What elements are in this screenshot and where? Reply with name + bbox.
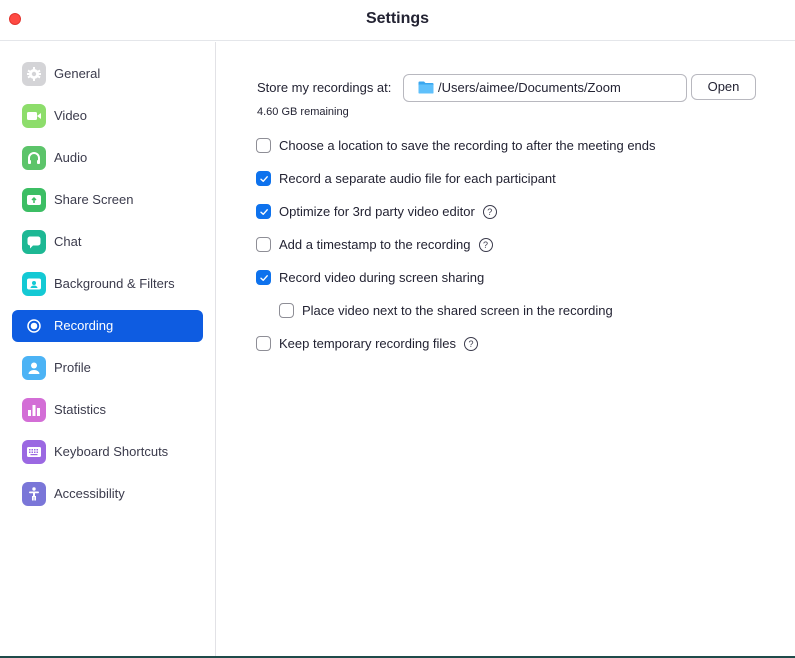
chat-bubble-icon	[22, 230, 46, 254]
checkbox[interactable]	[279, 303, 294, 318]
checkbox[interactable]	[256, 237, 271, 252]
help-icon[interactable]: ?	[482, 204, 497, 219]
background-person-icon	[22, 272, 46, 296]
bar-chart-icon	[22, 398, 46, 422]
option-label: Record a separate audio file for each pa…	[279, 171, 556, 186]
sidebar-item-keyboard-shortcuts[interactable]: Keyboard Shortcuts	[12, 436, 203, 468]
share-screen-icon	[22, 188, 46, 212]
recording-settings-panel: Store my recordings at: /Users/aimee/Doc…	[217, 42, 795, 656]
option-timestamp[interactable]: Add a timestamp to the recording ?	[256, 237, 493, 252]
checkbox[interactable]	[256, 336, 271, 351]
sidebar-item-chat[interactable]: Chat	[12, 226, 203, 258]
record-icon	[22, 314, 46, 338]
checkmark-icon	[259, 175, 268, 182]
sidebar-item-audio[interactable]: Audio	[12, 142, 203, 174]
sidebar-item-label: Background & Filters	[54, 276, 175, 291]
sidebar-item-label: Share Screen	[54, 192, 134, 207]
sidebar-item-profile[interactable]: Profile	[12, 352, 203, 384]
checkbox[interactable]	[256, 138, 271, 153]
open-folder-button[interactable]: Open	[691, 74, 756, 100]
sidebar-item-accessibility[interactable]: Accessibility	[12, 478, 203, 510]
option-label: Keep temporary recording files	[279, 336, 457, 351]
sidebar-item-general[interactable]: General	[12, 58, 203, 90]
checkmark-icon	[259, 208, 268, 215]
sidebar-item-label: Statistics	[54, 402, 107, 417]
profile-icon	[22, 356, 46, 380]
sidebar-item-video[interactable]: Video	[12, 100, 203, 132]
sidebar-item-label: Accessibility	[54, 486, 125, 501]
accessibility-icon	[22, 482, 46, 506]
checkbox-checked[interactable]	[256, 270, 271, 285]
help-icon[interactable]: ?	[478, 237, 493, 252]
option-choose-location[interactable]: Choose a location to save the recording …	[256, 138, 656, 153]
keyboard-icon	[22, 440, 46, 464]
sidebar-item-statistics[interactable]: Statistics	[12, 394, 203, 426]
video-camera-icon	[22, 104, 46, 128]
folder-icon	[418, 81, 434, 94]
sidebar-item-label: Chat	[54, 234, 82, 249]
recording-path-value: /Users/aimee/Documents/Zoom	[438, 80, 621, 95]
checkbox-checked[interactable]	[256, 171, 271, 186]
settings-sidebar: General Video Audio Share Screen Chat Ba…	[0, 42, 216, 656]
help-icon[interactable]: ?	[464, 336, 479, 351]
storage-remaining-text: 4.60 GB remaining	[257, 106, 349, 118]
sidebar-item-label: Keyboard Shortcuts	[54, 444, 169, 459]
headphones-icon	[22, 146, 46, 170]
sidebar-item-recording[interactable]: Recording	[12, 310, 203, 342]
checkmark-icon	[259, 274, 268, 281]
option-label: Optimize for 3rd party video editor	[279, 204, 475, 219]
sidebar-item-label: Audio	[54, 150, 88, 165]
sidebar-item-label: Profile	[54, 360, 91, 375]
sidebar-item-share-screen[interactable]: Share Screen	[12, 184, 203, 216]
recording-path-field[interactable]: /Users/aimee/Documents/Zoom	[403, 74, 687, 102]
sidebar-item-label: Recording	[54, 318, 114, 333]
option-label: Add a timestamp to the recording	[279, 237, 471, 252]
sidebar-item-label: General	[54, 66, 101, 81]
option-separate-audio[interactable]: Record a separate audio file for each pa…	[256, 171, 556, 186]
store-location-label: Store my recordings at:	[257, 80, 392, 95]
option-label: Place video next to the shared screen in…	[302, 303, 613, 318]
title-bar: Settings	[0, 0, 795, 41]
option-record-video-screen-share[interactable]: Record video during screen sharing	[256, 270, 484, 285]
option-optimize-3rd-party[interactable]: Optimize for 3rd party video editor ?	[256, 204, 497, 219]
option-place-video-next-to-screen[interactable]: Place video next to the shared screen in…	[279, 303, 613, 318]
option-label: Choose a location to save the recording …	[279, 138, 656, 153]
window-title: Settings	[365, 10, 430, 27]
gear-icon	[22, 62, 46, 86]
option-keep-temp-files[interactable]: Keep temporary recording files ?	[256, 336, 479, 351]
option-label: Record video during screen sharing	[279, 270, 485, 285]
sidebar-item-background-filters[interactable]: Background & Filters	[12, 268, 203, 300]
sidebar-item-label: Video	[54, 108, 88, 123]
checkbox-checked[interactable]	[256, 204, 271, 219]
